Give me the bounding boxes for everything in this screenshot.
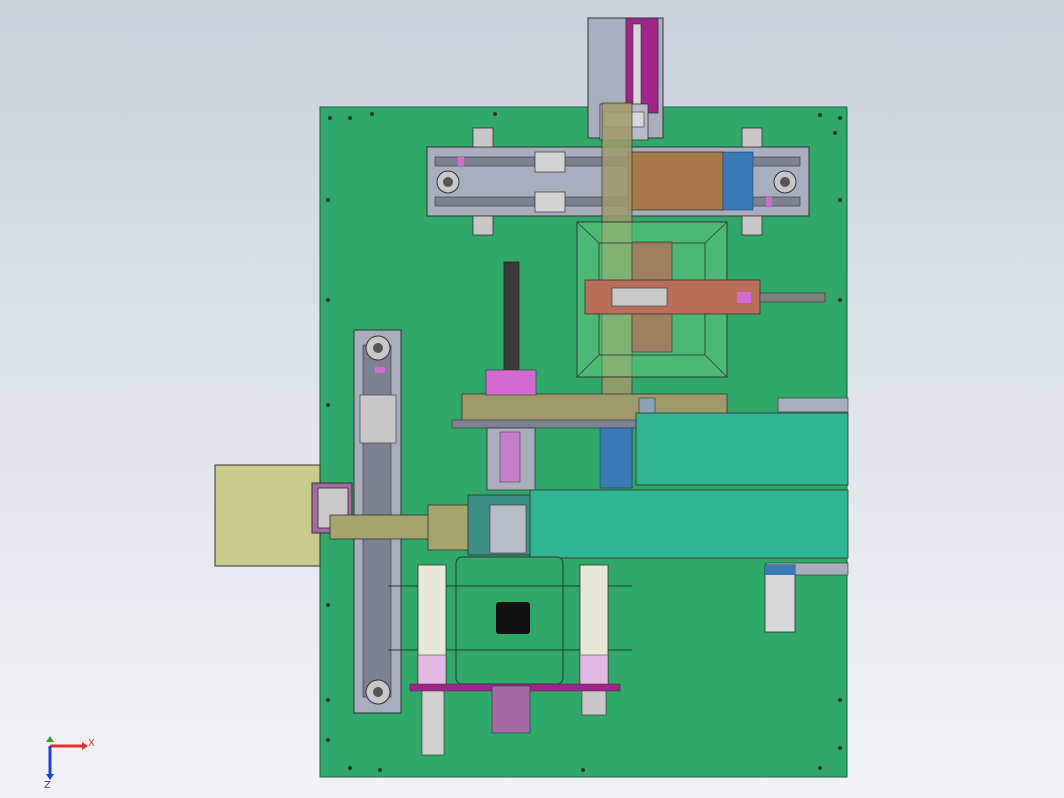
x-axis-label: X (88, 738, 95, 749)
bottom-center-block (491, 685, 531, 734)
right-small-motor (764, 564, 796, 633)
y-axis-arrow (46, 736, 54, 742)
top-conveyor-carriage (627, 151, 724, 211)
vertical-rod (503, 261, 520, 375)
left-pneumatic-cylinder (417, 564, 447, 756)
top-conveyor-rollers (722, 151, 754, 211)
right-pneumatic-cylinder (579, 564, 609, 716)
external-motor-housing (214, 464, 321, 567)
assembly-model-view[interactable] (0, 0, 1064, 798)
z-axis-label: Z (44, 780, 51, 788)
blue-rail-segment (599, 427, 633, 489)
coordinate-triad: X Z (44, 736, 95, 788)
cad-viewport[interactable]: X Z (0, 0, 1064, 798)
